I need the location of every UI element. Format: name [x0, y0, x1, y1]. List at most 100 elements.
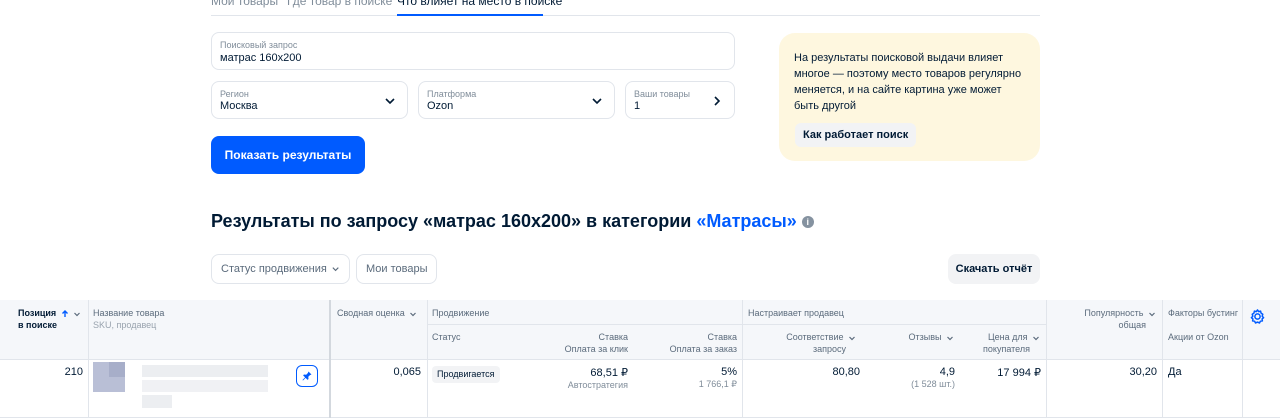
reviews-count: (1 528 шт.) — [911, 379, 955, 389]
column-header-position[interactable]: Позиция в поиске — [18, 307, 82, 331]
my-products-filter-label: Мои товары — [366, 263, 428, 275]
chevron-down-icon — [1149, 312, 1155, 316]
my-products-filter[interactable]: Мои товары — [356, 254, 437, 284]
relevance-header-label: Соответствие — [786, 332, 844, 342]
promotion-status-filter-label: Статус продвижения — [221, 263, 327, 275]
category-link[interactable]: «Матрасы» — [696, 211, 796, 232]
active-tab-indicator — [397, 14, 543, 16]
column-header-reviews[interactable]: Отзывы — [890, 331, 954, 343]
column-group-seller: Настраивает продавец — [748, 307, 844, 319]
platform-label: Платформа — [427, 89, 477, 99]
status-header-label: Статус — [432, 332, 461, 342]
column-group-boost: Факторы бустинг — [1168, 307, 1241, 319]
column-divider — [1242, 300, 1243, 418]
cell-reviews: 4,9 (1 528 шт.) — [880, 366, 955, 390]
chevron-down-icon — [947, 336, 953, 340]
product-sku-redacted — [142, 380, 268, 392]
chevron-right-icon — [714, 96, 721, 106]
search-query-label: Поисковый запрос — [220, 40, 298, 50]
cell-popularity: 30,20 — [1129, 366, 1157, 378]
pin-product-button[interactable] — [296, 365, 318, 387]
column-header-ozon-promos: Акции от Ozon — [1168, 331, 1229, 343]
products-picker[interactable]: Ваши товары 1 — [625, 81, 735, 119]
ozon-promos-header-label: Акции от Ozon — [1168, 332, 1229, 342]
tab-search-factors[interactable]: Что влияет на место в поиске — [397, 0, 562, 8]
search-query-field[interactable]: Поисковый запрос матрас 160x200 — [211, 32, 735, 70]
column-group-promotion: Продвижение — [432, 307, 489, 319]
promotion-group-label: Продвижение — [432, 308, 490, 318]
products-label: Ваши товары — [634, 89, 690, 99]
gear-icon[interactable] — [1250, 309, 1265, 324]
bid-order-value: 5% — [721, 366, 737, 378]
search-query-input[interactable]: матрас 160x200 — [220, 52, 301, 64]
cell-ozon-promos: Да — [1168, 366, 1182, 378]
column-header-product: Название товара SKU, продавец — [93, 307, 164, 331]
chevron-down-icon — [410, 312, 417, 316]
product-seller-redacted — [142, 395, 172, 408]
chevron-down-icon — [332, 267, 339, 272]
reviews-header-label: Отзывы — [908, 332, 942, 342]
boost-group-label: Факторы бустинг — [1168, 308, 1239, 318]
popularity-header-label: Популярность — [1084, 308, 1144, 318]
tab-where-in-search[interactable]: Где товар в поиске — [287, 0, 392, 8]
bid-order-header-label: Ставка — [707, 332, 737, 342]
column-header-popularity[interactable]: Популярность общая — [1060, 307, 1156, 331]
bid-order-header-sub: Оплата за заказ — [669, 344, 737, 354]
bid-click-value: 68,51 ₽ — [590, 367, 628, 379]
region-select[interactable]: Регион Москва — [211, 81, 408, 119]
chevron-down-icon — [74, 312, 81, 316]
header-group-divider — [427, 324, 1046, 325]
info-text: На результаты поисковой выдачи влияет мн… — [794, 52, 1022, 112]
search-info-banner: На результаты поисковой выдачи влияет мн… — [779, 33, 1040, 161]
position-header-label: Позиция — [18, 308, 57, 318]
status-badge: Продвигается — [432, 366, 500, 383]
cell-price: 17 994 ₽ — [997, 367, 1041, 379]
download-report-button[interactable]: Скачать отчёт — [948, 254, 1040, 284]
column-divider — [742, 300, 743, 418]
column-header-score[interactable]: Сводная оценка — [337, 307, 417, 319]
results-heading: Результаты по запросу «матрас 160x200» в… — [211, 211, 814, 232]
column-header-bid-order: Ставка Оплата за заказ — [647, 331, 737, 355]
chevron-down-icon — [1033, 336, 1039, 340]
cell-score: 0,065 — [393, 366, 421, 378]
tab-bar: Мои товары Где товар в поиске Что влияет… — [211, 0, 1040, 16]
product-thumbnail-detail — [109, 362, 125, 377]
region-value: Москва — [220, 100, 258, 112]
popularity-header-sub: общая — [1118, 320, 1146, 330]
info-icon[interactable]: i — [801, 215, 814, 228]
cell-relevance: 80,80 — [832, 366, 860, 378]
price-header-sub: покупателя — [983, 344, 1030, 354]
cell-bid-click: 68,51 ₽ Автостратегия — [548, 366, 628, 391]
product-header-sub: SKU, продавец — [93, 320, 157, 330]
how-search-works-button[interactable]: Как работает поиск — [795, 123, 917, 147]
results-heading-text: Результаты по запросу «матрас 160x200» в… — [211, 211, 692, 231]
tab-my-products[interactable]: Мои товары — [211, 0, 278, 8]
platform-select[interactable]: Платформа Ozon — [418, 81, 615, 119]
column-header-price[interactable]: Цена для покупателя — [965, 331, 1040, 355]
chevron-down-icon — [385, 98, 395, 105]
bid-click-header-label: Ставка — [598, 332, 628, 342]
column-divider — [427, 300, 428, 418]
column-header-relevance[interactable]: Соответствие запросу — [770, 331, 856, 355]
promotion-status-filter[interactable]: Статус продвижения — [211, 254, 350, 284]
cell-position: 210 — [64, 366, 83, 378]
reviews-rating: 4,9 — [939, 366, 955, 378]
show-results-button[interactable]: Показать результаты — [211, 136, 365, 174]
product-name-redacted[interactable] — [142, 365, 268, 377]
score-header-label: Сводная оценка — [337, 308, 405, 318]
column-divider — [1162, 300, 1163, 418]
cell-bid-order: 5% 1 766,1 ₽ — [647, 366, 737, 390]
relevance-header-sub: запросу — [812, 344, 846, 354]
chevron-down-icon — [592, 98, 602, 105]
bid-click-header-sub: Оплата за клик — [564, 344, 628, 354]
bid-click-strategy: Автостратегия — [567, 380, 628, 390]
arrow-up-icon — [61, 309, 68, 317]
column-divider — [1046, 300, 1047, 418]
region-label: Регион — [220, 89, 249, 99]
position-header-sub: в поиске — [18, 320, 58, 330]
chevron-down-icon — [849, 336, 855, 340]
products-value: 1 — [634, 100, 641, 112]
column-divider — [329, 300, 331, 418]
platform-value: Ozon — [427, 100, 454, 112]
pin-icon — [302, 371, 312, 381]
